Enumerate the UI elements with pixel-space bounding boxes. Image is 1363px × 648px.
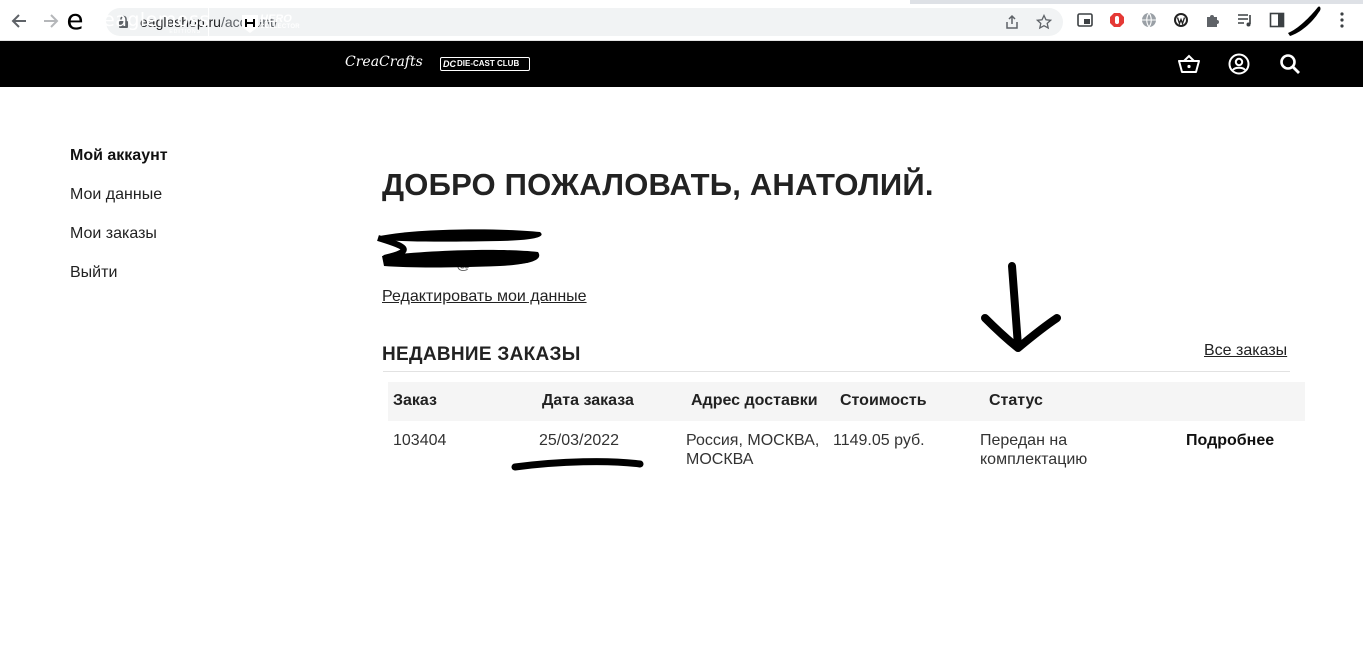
- logo-main-text: eaglemoss: [103, 9, 210, 31]
- sidebar-item-my-orders[interactable]: Мои заказы: [70, 225, 157, 243]
- adblock-extension-icon[interactable]: [1108, 11, 1126, 29]
- die-cast-club-text: DIE-CAST CLUB: [457, 59, 520, 68]
- divider: [383, 371, 1290, 372]
- profile-avatar[interactable]: [1288, 6, 1321, 36]
- column-header-order: Заказ: [393, 392, 437, 409]
- creacrafts-logo[interactable]: CreaCrafts: [345, 54, 423, 70]
- share-icon[interactable]: [1003, 13, 1021, 31]
- all-orders-link[interactable]: Все заказы: [1204, 342, 1287, 360]
- tab-strip: [0, 0, 1363, 4]
- back-button[interactable]: [8, 10, 30, 32]
- media-control-icon[interactable]: [1236, 11, 1254, 29]
- account-icon[interactable]: [1227, 52, 1251, 76]
- order-status-line2: комплектацию: [980, 451, 1088, 468]
- eaglemoss-logo[interactable]: eaglemoss EDITIONS: [96, 7, 209, 37]
- picture-in-picture-icon[interactable]: [1076, 11, 1094, 29]
- arrow-right-icon: [44, 14, 59, 28]
- forward-button[interactable]: [40, 10, 62, 32]
- annotation-overlay: [377, 229, 1061, 471]
- bookmark-star-icon[interactable]: [1035, 13, 1053, 31]
- dc-mark: DC: [443, 59, 456, 69]
- order-status-line1: Передан на: [980, 432, 1068, 449]
- order-cost: 1149.05 руб.: [833, 432, 925, 449]
- hero-shield-icon: [242, 15, 258, 33]
- edit-my-data-link[interactable]: Редактировать мои данные: [382, 288, 587, 306]
- redaction-scribble: [511, 458, 644, 471]
- globe-extension-icon[interactable]: [1140, 11, 1158, 29]
- column-header-status: Статус: [989, 392, 1043, 409]
- site-header: [0, 41, 1363, 87]
- sidebar-item-my-data[interactable]: Мои данные: [70, 186, 162, 204]
- wordpress-extension-icon[interactable]: [1172, 11, 1190, 29]
- column-header-cost: Стоимость: [840, 392, 927, 409]
- puzzle-extensions-icon[interactable]: [1204, 11, 1222, 29]
- redaction-scribble: [380, 229, 542, 242]
- sidebar-item-logout[interactable]: Выйти: [70, 264, 117, 282]
- order-details-link[interactable]: Подробнее: [1186, 431, 1274, 450]
- arrow-down-annotation: [981, 262, 1061, 352]
- order-number: 103404: [393, 432, 447, 449]
- sidebar-item-my-account[interactable]: Мой аккаунт: [70, 147, 168, 165]
- order-date: 25/03/2022: [539, 432, 620, 449]
- order-address-line1: Россия, МОСКВА,: [686, 432, 820, 449]
- logo-sub-text: EDITIONS: [169, 29, 201, 35]
- hero-logo-sub: COLLECTOR: [260, 24, 300, 30]
- arrow-left-icon: [11, 14, 26, 28]
- account-email: @: [456, 256, 472, 273]
- redaction-scribble: [377, 235, 407, 261]
- hero-collector-logo[interactable]: HERO COLLECTOR: [241, 13, 301, 34]
- column-header-date: Дата заказа: [542, 392, 634, 409]
- eaglemoss-logo-mark[interactable]: e: [60, 6, 90, 37]
- die-cast-club-logo[interactable]: DC DIE-CAST CLUB: [440, 57, 530, 71]
- basket-icon[interactable]: [1177, 52, 1201, 76]
- order-address-line2: МОСКВА: [686, 451, 754, 468]
- page-title: ДОБРО ПОЖАЛОВАТЬ, АНАТОЛИЙ.: [382, 167, 934, 202]
- chrome-menu-icon[interactable]: [1333, 11, 1351, 29]
- recent-orders-title: НЕДАВНИЕ ЗАКАЗЫ: [382, 344, 581, 365]
- search-icon[interactable]: [1278, 52, 1302, 76]
- column-header-address: Адрес доставки: [691, 392, 818, 409]
